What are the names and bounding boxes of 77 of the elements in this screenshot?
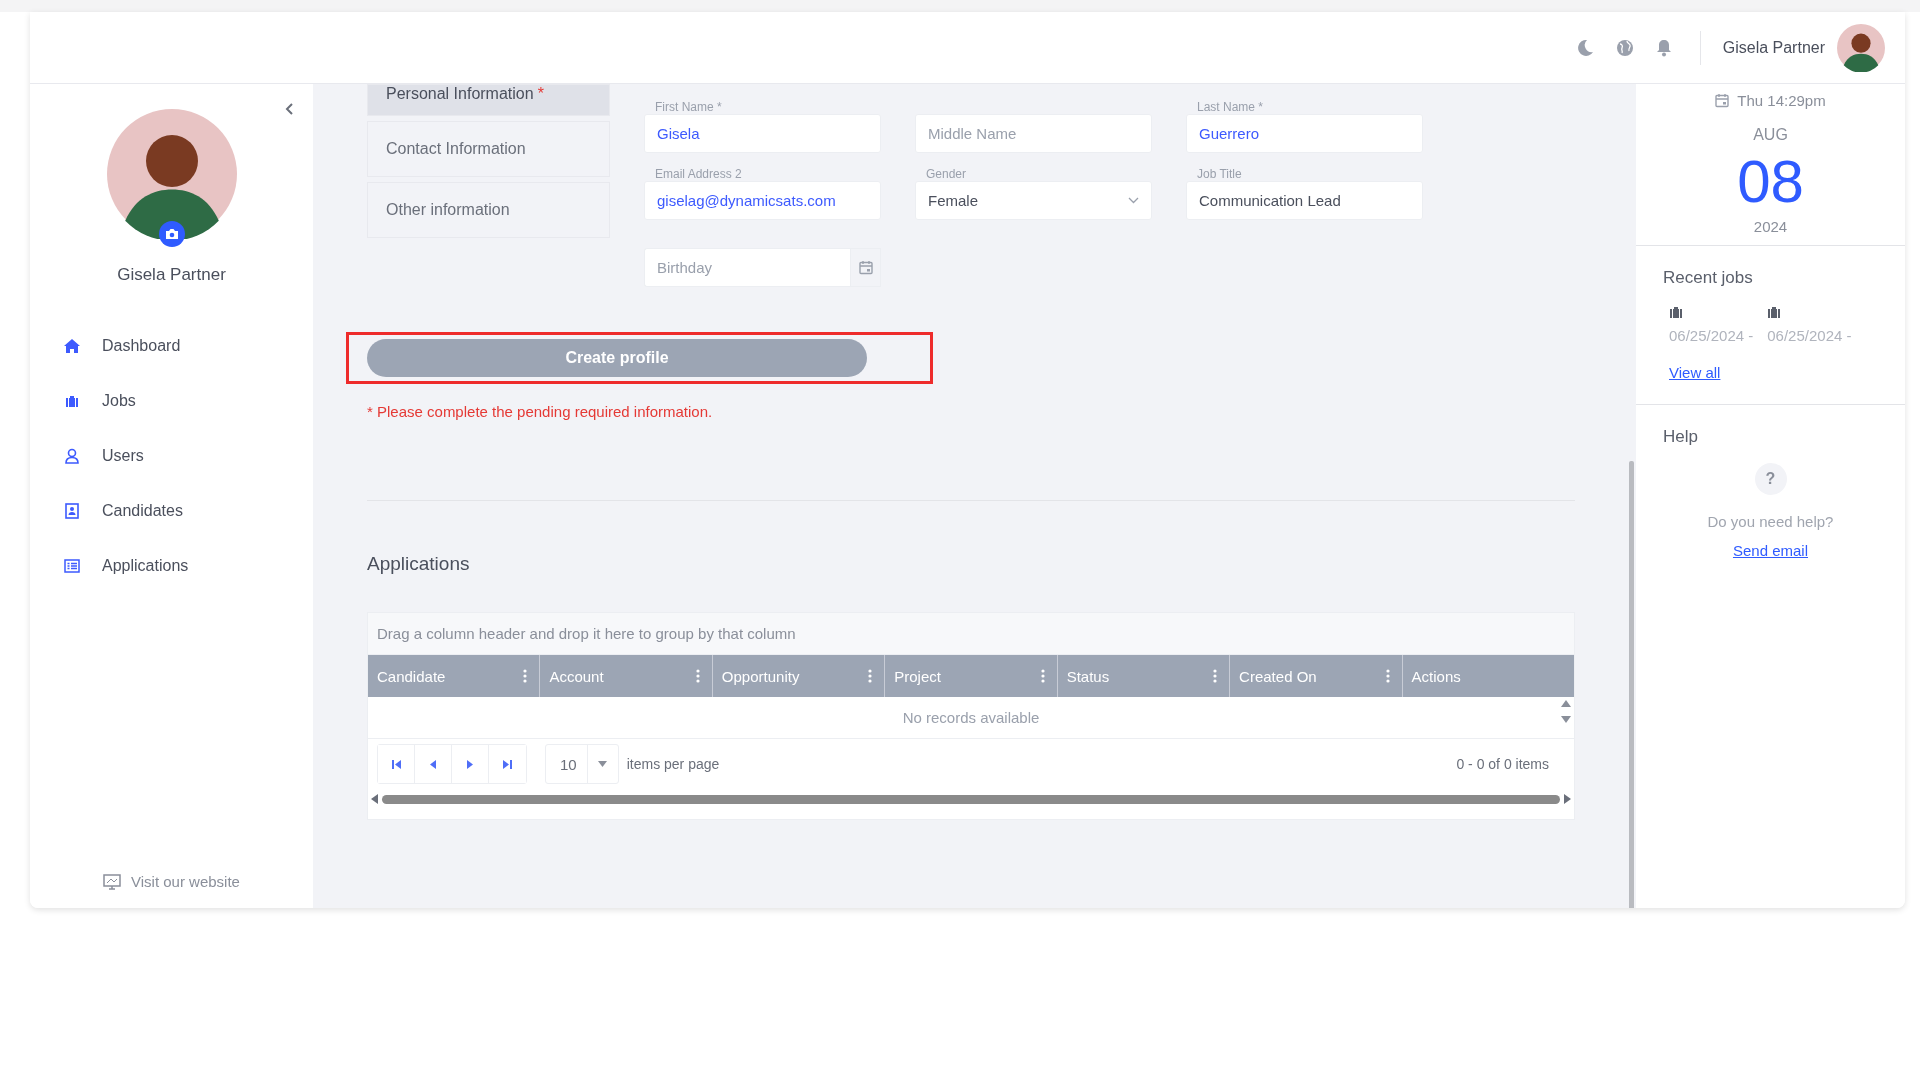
- year: 2024: [1753, 218, 1788, 235]
- scroll-down-icon[interactable]: [1561, 716, 1571, 723]
- caret-icon[interactable]: [598, 761, 608, 767]
- kebab-menu-icon[interactable]: [523, 669, 528, 683]
- kebab-menu-icon[interactable]: [695, 669, 700, 683]
- day-number: 08: [1737, 152, 1804, 212]
- section-title: Applications: [367, 553, 471, 575]
- first-page-icon: [391, 759, 401, 769]
- scroll-left-icon[interactable]: [371, 794, 378, 804]
- send-email-link[interactable]: Send email: [1732, 542, 1808, 559]
- text-field[interactable]: Guerrero: [1186, 114, 1423, 153]
- user-icon: [63, 448, 81, 464]
- kebab-menu-icon[interactable]: [1040, 669, 1045, 683]
- text-field[interactable]: Middle Name: [915, 114, 1152, 153]
- first-page-button[interactable]: [378, 745, 415, 783]
- field-label: Last Name *: [1196, 101, 1264, 114]
- website-link[interactable]: Visit our website: [131, 873, 240, 890]
- select-field[interactable]: Female: [915, 181, 1152, 220]
- kebab-menu-icon[interactable]: [1213, 669, 1218, 683]
- date-field[interactable]: Birthday: [644, 248, 850, 287]
- section-tab[interactable]: Personal Information *: [367, 84, 610, 116]
- kebab-menu-icon[interactable]: [868, 669, 873, 683]
- briefcase-icon: [1669, 306, 1683, 319]
- list-icon: [63, 559, 81, 573]
- calendar-icon: [858, 260, 873, 275]
- group-drop-area[interactable]: Drag a column header and drop it here to group by that column: [368, 613, 1574, 655]
- caret-icon: [1128, 197, 1139, 204]
- help-icon: ?: [1754, 463, 1787, 495]
- nav-item[interactable]: Dashboard: [63, 337, 313, 355]
- field-label: Job Title: [1196, 168, 1242, 181]
- text-field[interactable]: Communication Lead: [1186, 181, 1423, 220]
- pager-summary: 0 - 0 of 0 items: [1456, 756, 1549, 772]
- page-size-select[interactable]: 10: [545, 744, 619, 784]
- monitor-icon: [103, 873, 121, 890]
- profile-name: Gisela Partner: [117, 265, 226, 285]
- scrollbar[interactable]: [1629, 461, 1634, 908]
- calendar-button[interactable]: [850, 248, 881, 287]
- scroll-up-icon[interactable]: [1561, 700, 1571, 707]
- section-tab[interactable]: Other information: [367, 182, 610, 238]
- required-mark: *: [537, 85, 544, 103]
- horizontal-scrollbar[interactable]: [382, 794, 1560, 804]
- calendar-icon: [1715, 93, 1730, 108]
- field-label: Email Address 2: [654, 168, 742, 181]
- month: AUG: [1753, 126, 1788, 144]
- moon-icon[interactable]: [1575, 38, 1594, 57]
- text-field[interactable]: Gisela: [644, 114, 881, 153]
- nav-item[interactable]: Candidates: [63, 502, 313, 520]
- nav-item[interactable]: Jobs: [63, 392, 313, 410]
- section-tab[interactable]: Contact Information: [367, 121, 610, 177]
- user-name: Gisela Partner: [1722, 38, 1825, 57]
- last-page-icon: [503, 759, 512, 769]
- collapse-icon[interactable]: [284, 102, 294, 116]
- scroll-right-icon[interactable]: [1564, 794, 1571, 804]
- section-title: Help: [1663, 427, 1699, 447]
- bell-icon[interactable]: [1655, 38, 1672, 57]
- field-label: First Name *: [654, 101, 722, 114]
- page-size-label: items per page: [626, 756, 720, 772]
- text-field[interactable]: giselag@dynamicsats.com: [644, 181, 881, 220]
- globe-icon[interactable]: [1615, 38, 1634, 57]
- previous-page-icon: [430, 759, 436, 769]
- home-icon: [63, 338, 81, 354]
- camera-icon[interactable]: [158, 221, 185, 247]
- field-label: Gender: [925, 168, 967, 181]
- briefcase-icon: [1767, 306, 1782, 319]
- help-text: Do you need help?: [1707, 513, 1834, 530]
- nav-item[interactable]: Applications: [63, 557, 313, 575]
- nav-item[interactable]: Users: [63, 447, 313, 465]
- user-avatar: [1837, 23, 1885, 72]
- kebab-menu-icon[interactable]: [1385, 669, 1390, 683]
- next-page-icon: [467, 759, 473, 769]
- briefcase-icon: [63, 394, 81, 408]
- section-title: Recent jobs: [1663, 268, 1754, 288]
- error-message: * Please complete the pending required information.: [367, 403, 714, 420]
- empty-message: No records available: [902, 709, 1040, 726]
- weekday-time: Thu 14:29pm: [1737, 92, 1826, 109]
- contact-card-icon: [63, 503, 81, 519]
- view-all-link[interactable]: View all: [1669, 364, 1721, 381]
